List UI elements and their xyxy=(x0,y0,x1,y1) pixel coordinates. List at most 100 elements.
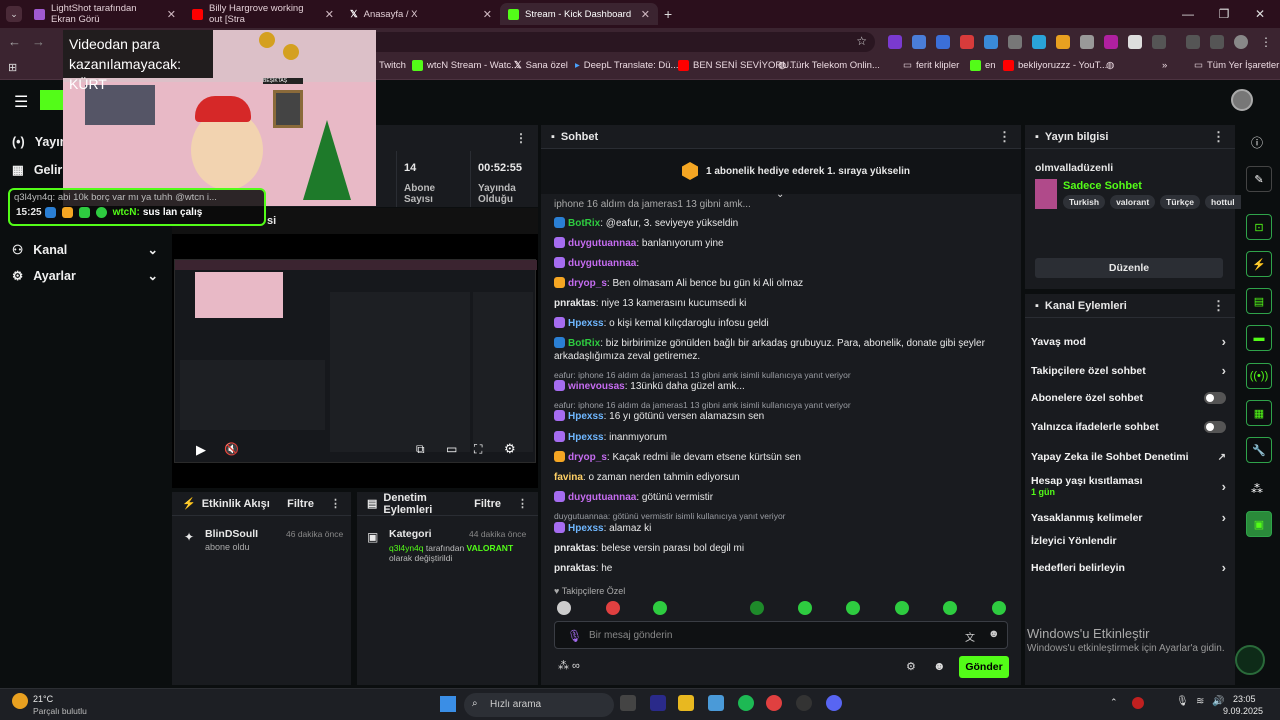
emote-menu-icon[interactable]: ☻ xyxy=(933,659,946,673)
edit-button[interactable]: Düzenle xyxy=(1035,258,1223,278)
bookmark-item[interactable]: ◍ xyxy=(1106,60,1114,71)
discord-icon[interactable] xyxy=(826,695,842,711)
mute-icon[interactable]: 🔇 xyxy=(224,442,239,456)
kick-logo[interactable] xyxy=(40,90,64,110)
emote-icon[interactable] xyxy=(653,601,667,615)
more-options-icon[interactable]: ⋮ xyxy=(517,497,528,510)
bookmark-item[interactable]: en xyxy=(970,60,996,71)
download-icon[interactable] xyxy=(1186,35,1200,49)
extension-icon[interactable] xyxy=(1056,35,1070,49)
send-button[interactable]: Gönder xyxy=(959,656,1009,678)
more-options-icon[interactable]: ⋮ xyxy=(1212,298,1225,314)
more-icon[interactable]: ⋮ xyxy=(1260,35,1272,49)
spotify-icon[interactable] xyxy=(738,695,754,711)
points-icon[interactable]: ⁂ ∞ xyxy=(558,659,580,672)
chat-username[interactable]: duygutuannaa xyxy=(568,492,636,503)
gear-icon[interactable]: ⚙ xyxy=(906,660,916,673)
new-tab-icon[interactable]: + xyxy=(664,6,672,22)
filter-button[interactable]: Filtre xyxy=(474,498,501,510)
tab-lightshot[interactable]: LightShot tarafından Ekran Görü ✕ xyxy=(26,3,184,25)
avatar[interactable] xyxy=(1231,89,1253,111)
chat-username[interactable]: favina xyxy=(554,472,583,483)
video-player[interactable]: ▶ 🔇 ⧉ ▭ ⛶ ⚙ xyxy=(172,234,538,488)
close-window-icon[interactable]: ✕ xyxy=(1242,7,1278,21)
stream-category[interactable]: Sadece Sohbet xyxy=(1063,180,1142,192)
channel-action-item[interactable]: Hesap yaşı kısıtlaması 1 gün › xyxy=(1031,475,1226,497)
more-options-icon[interactable]: ⋮ xyxy=(1212,129,1225,145)
sidebar-item-yayin[interactable]: (•) Yayın xyxy=(12,135,67,149)
chat-username[interactable]: Hpexss xyxy=(568,411,604,422)
dots-cluster-icon[interactable]: ⁂ xyxy=(1251,482,1263,496)
more-options-icon[interactable]: ⋮ xyxy=(998,129,1011,145)
extension-icon[interactable] xyxy=(960,35,974,49)
sidebar-item-gelir[interactable]: ▦ Gelir xyxy=(12,162,62,178)
app-icon[interactable] xyxy=(796,695,812,711)
toggle-switch[interactable] xyxy=(1204,392,1226,404)
emote-icon[interactable] xyxy=(846,601,860,615)
channel-action-item[interactable]: İzleyici Yönlendir xyxy=(1031,535,1226,547)
bookmark-overflow[interactable]: » xyxy=(1162,60,1167,71)
bookmark-folder[interactable]: ▭ ferit klipler xyxy=(903,60,959,71)
layout-icon[interactable]: ▦ xyxy=(1246,400,1272,426)
wifi-icon[interactable]: ≋ xyxy=(1196,696,1204,707)
extension-icon[interactable] xyxy=(1128,35,1142,49)
premiere-icon[interactable] xyxy=(650,695,666,711)
task-view-icon[interactable] xyxy=(620,695,636,711)
broadcast-icon[interactable]: ((•)) xyxy=(1246,363,1272,389)
menu-icon[interactable] xyxy=(1210,35,1224,49)
puzzle-icon[interactable] xyxy=(1152,35,1166,49)
extension-icon[interactable] xyxy=(1104,35,1118,49)
mic-icon[interactable]: 🎙 xyxy=(567,629,582,643)
kick-studio-icon[interactable] xyxy=(1235,645,1265,675)
tab-search-icon[interactable]: ⌄ xyxy=(6,6,22,22)
sidebar-item-kanal[interactable]: ⚇ Kanal ⌄ xyxy=(12,242,158,258)
emote-icon[interactable] xyxy=(992,601,1006,615)
emote-icon[interactable] xyxy=(750,601,764,615)
channel-action-item[interactable]: Takipçilere özel sohbet › xyxy=(1031,363,1226,378)
channel-action-item[interactable]: Abonelere özel sohbet xyxy=(1031,392,1226,404)
close-icon[interactable]: ✕ xyxy=(483,8,492,21)
app-icon[interactable]: ▣ xyxy=(1246,511,1272,537)
maximize-icon[interactable]: ❐ xyxy=(1206,7,1242,21)
chat-username[interactable]: dryop_s xyxy=(568,278,607,289)
chat-username[interactable]: duygutuannaa xyxy=(568,258,636,269)
channel-action-item[interactable]: Yalnızca ifadelerle sohbet xyxy=(1031,421,1226,433)
info-icon[interactable]: ⓘ xyxy=(1251,134,1263,151)
chat-username[interactable]: pnraktas xyxy=(554,543,596,554)
emoji-icon[interactable]: ☻ xyxy=(988,628,1000,640)
bookmark-star-icon[interactable]: ☆ xyxy=(856,34,867,48)
close-icon[interactable]: ✕ xyxy=(325,8,334,21)
app-icon[interactable] xyxy=(708,695,724,711)
bookmark-item[interactable]: ▸ DeepL Translate: Dü... xyxy=(575,60,678,71)
bookmark-item[interactable]: ◍ Türk Telekom Onlin... xyxy=(778,60,880,71)
channel-action-item[interactable]: Yasaklanmış kelimeler › xyxy=(1031,510,1226,525)
chat-username[interactable]: BotRix xyxy=(568,218,600,229)
pip-icon[interactable]: ⧉ xyxy=(416,442,425,457)
activity-user[interactable]: BlinDSoulI xyxy=(205,528,258,540)
profile-icon[interactable] xyxy=(1234,35,1248,49)
chrome-icon[interactable] xyxy=(766,695,782,711)
translate-icon[interactable] xyxy=(912,35,926,49)
chat-username[interactable]: Hpexss xyxy=(568,432,604,443)
volume-icon[interactable]: 🔊 xyxy=(1212,696,1224,707)
emote-icon[interactable] xyxy=(895,601,909,615)
tab-x[interactable]: 𝕏 Anasayfa / X ✕ xyxy=(342,3,500,25)
filter-button[interactable]: Filtre xyxy=(287,498,314,510)
more-options-icon[interactable]: ⋮ xyxy=(330,497,341,510)
tab-youtube[interactable]: Billy Hargrove working out [Stra ✕ xyxy=(184,3,342,25)
translate-icon[interactable]: 文 xyxy=(965,629,975,644)
forward-icon[interactable]: → xyxy=(32,34,45,49)
close-icon[interactable]: ✕ xyxy=(641,8,650,21)
channel-action-item[interactable]: Hedefleri belirleyin › xyxy=(1031,560,1226,575)
tray-app-icon[interactable] xyxy=(1132,697,1144,709)
extension-icon[interactable] xyxy=(1032,35,1046,49)
extension-icon[interactable] xyxy=(888,35,902,49)
emote-icon[interactable] xyxy=(557,601,571,615)
windows-start-icon[interactable] xyxy=(440,696,456,712)
all-bookmarks[interactable]: ▭ Tüm Yer İşaretleri xyxy=(1194,60,1280,71)
tray-chevron-icon[interactable]: ⌃ xyxy=(1110,697,1118,708)
mic-icon[interactable]: 🎙 xyxy=(1176,696,1189,707)
chat-username[interactable]: Hpexss xyxy=(568,523,604,534)
more-options-icon[interactable]: ⋮ xyxy=(515,131,527,145)
chat-input[interactable]: 🎙 Bir mesaj gönderin 文 ☻ xyxy=(554,621,1008,649)
